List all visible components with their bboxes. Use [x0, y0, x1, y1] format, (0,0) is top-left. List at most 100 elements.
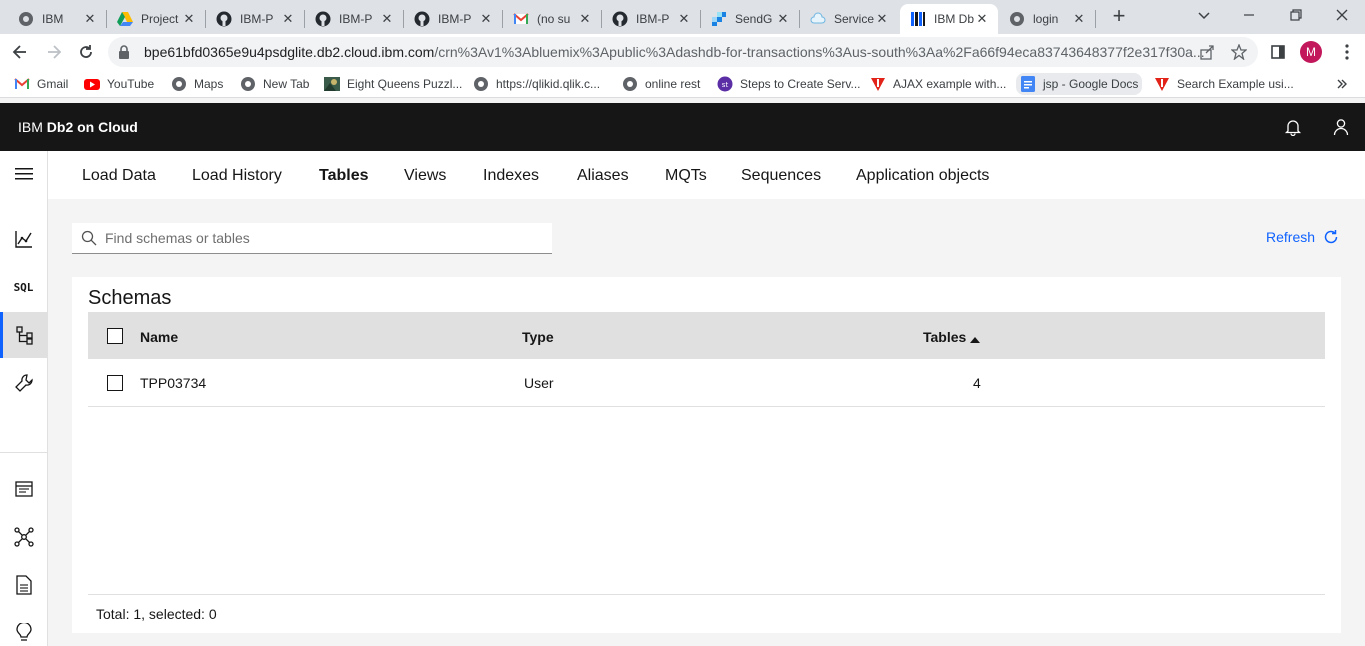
browser-tab[interactable]: (no su ✕: [503, 4, 601, 34]
schema-name[interactable]: TPP03734: [140, 375, 206, 391]
refresh-label: Refresh: [1266, 229, 1316, 245]
close-icon[interactable]: ✕: [775, 11, 791, 27]
tab-load-data[interactable]: Load Data: [82, 167, 156, 185]
close-icon[interactable]: ✕: [379, 11, 395, 27]
bookmark-item[interactable]: online rest: [622, 76, 700, 92]
wrench-icon[interactable]: [0, 360, 47, 406]
side-panel-icon[interactable]: [1268, 42, 1288, 62]
tab-mqts[interactable]: MQTs: [665, 167, 707, 185]
bookmark-label: Eight Queens Puzzl...: [347, 77, 463, 91]
catalog-list-icon[interactable]: [0, 466, 47, 512]
close-icon[interactable]: ✕: [82, 11, 98, 27]
row-checkbox[interactable]: [107, 375, 123, 391]
restore-icon[interactable]: [1285, 4, 1307, 26]
browser-tab[interactable]: Project ✕: [107, 4, 205, 34]
st-icon: st: [717, 76, 733, 92]
bookmark-item[interactable]: jsp - Google Docs: [1016, 73, 1143, 95]
bookmark-item[interactable]: Search Example usi...: [1154, 76, 1294, 92]
tab-label: IBM-P: [240, 12, 274, 26]
profile-avatar[interactable]: M: [1300, 41, 1322, 63]
close-icon[interactable]: ✕: [1071, 11, 1087, 27]
github-icon: [414, 11, 430, 27]
share-icon[interactable]: [1197, 42, 1217, 62]
address-bar[interactable]: bpe61bfd0365e9u4psdglite.db2.cloud.ibm.c…: [108, 37, 1258, 67]
monitor-chart-icon[interactable]: [0, 216, 47, 262]
close-icon[interactable]: ✕: [181, 11, 197, 27]
data-tree-icon[interactable]: [0, 312, 47, 358]
bookmark-item[interactable]: Eight Queens Puzzl...: [324, 76, 462, 92]
kebab-menu-icon[interactable]: [1337, 42, 1357, 62]
close-icon[interactable]: ✕: [478, 11, 494, 27]
column-header-tables[interactable]: Tables: [923, 329, 981, 346]
user-profile-icon[interactable]: [1330, 116, 1352, 138]
table-footer-divider: [88, 594, 1325, 595]
tab-label: SendG: [735, 12, 773, 26]
tab-load-history[interactable]: Load History: [192, 167, 282, 185]
browser-tab[interactable]: IBM-P ✕: [602, 4, 700, 34]
column-header-type[interactable]: Type: [522, 329, 554, 345]
reload-icon[interactable]: [74, 40, 98, 64]
browser-tab[interactable]: IBM ✕: [8, 4, 106, 34]
brand-prefix: IBM: [18, 119, 43, 135]
close-icon[interactable]: ✕: [577, 11, 593, 27]
browser-tab-active[interactable]: IBM Db ✕: [900, 4, 998, 34]
minimize-icon[interactable]: [1238, 4, 1260, 26]
back-arrow-icon[interactable]: [8, 40, 32, 64]
refresh-icon: [1323, 229, 1339, 245]
hamburger-menu-icon[interactable]: [0, 151, 47, 197]
bookmark-item[interactable]: YouTube: [84, 76, 154, 92]
notification-bell-icon[interactable]: [1282, 116, 1304, 138]
sort-ascending-icon: [970, 330, 981, 346]
bookmark-label: https://qlikid.qlik.c...: [496, 77, 601, 91]
table-row[interactable]: TPP03734 User 4: [88, 359, 1325, 407]
close-window-icon[interactable]: [1331, 4, 1353, 26]
browser-tab[interactable]: IBM-P ✕: [305, 4, 403, 34]
globe-icon: [473, 76, 489, 92]
browser-tab[interactable]: IBM-P ✕: [404, 4, 502, 34]
bookmarks-overflow-chevron-icon[interactable]: [1336, 76, 1348, 92]
bookmark-star-icon[interactable]: [1229, 42, 1249, 62]
select-all-checkbox[interactable]: [107, 328, 123, 344]
bookmark-item[interactable]: AJAX example with...: [870, 76, 1006, 92]
sql-editor-item[interactable]: SQL: [0, 264, 47, 310]
github-icon: [612, 11, 628, 27]
column-header-name[interactable]: Name: [140, 329, 178, 345]
tab-label: login: [1033, 12, 1059, 26]
forward-arrow-icon[interactable]: [42, 40, 66, 64]
bookmark-item[interactable]: Gmail: [14, 76, 68, 92]
refresh-button[interactable]: Refresh: [1266, 229, 1339, 245]
tab-application-objects[interactable]: Application objects: [856, 167, 989, 185]
browser-tab[interactable]: login ✕: [999, 4, 1095, 34]
lightbulb-icon[interactable]: [0, 610, 47, 646]
app-brand[interactable]: IBM Db2 on Cloud: [18, 119, 138, 135]
new-tab-plus-icon[interactable]: +: [1108, 5, 1130, 28]
network-nodes-icon[interactable]: [0, 514, 47, 560]
search-input[interactable]: [105, 230, 525, 246]
browser-tab[interactable]: SendG ✕: [701, 4, 799, 34]
bookmark-item[interactable]: https://qlikid.qlik.c...: [473, 76, 600, 92]
tab-label: IBM-P: [339, 12, 373, 26]
bookmark-item[interactable]: New Tab: [240, 76, 309, 92]
brand-name: Db2 on Cloud: [46, 119, 138, 135]
close-icon[interactable]: ✕: [676, 11, 692, 27]
tab-aliases[interactable]: Aliases: [577, 167, 629, 185]
tab-label: IBM-P: [438, 12, 472, 26]
bookmark-label: Maps: [194, 77, 224, 91]
close-icon[interactable]: ✕: [280, 11, 296, 27]
close-icon[interactable]: ✕: [974, 11, 990, 27]
tab-views[interactable]: Views: [404, 167, 446, 185]
browser-tab[interactable]: Service ✕: [800, 4, 898, 34]
bookmark-item[interactable]: st Steps to Create Serv...: [717, 76, 861, 92]
bookmark-label: Search Example usi...: [1177, 77, 1294, 91]
tab-sequences[interactable]: Sequences: [741, 167, 821, 185]
tab-indexes[interactable]: Indexes: [483, 167, 539, 185]
tab-tables[interactable]: Tables: [319, 167, 369, 185]
google-docs-icon: [1020, 76, 1036, 92]
browser-tab[interactable]: IBM-P ✕: [206, 4, 304, 34]
tab-search-chevron-icon[interactable]: [1193, 4, 1215, 26]
close-icon[interactable]: ✕: [874, 11, 890, 27]
url-path: /crn%3Av1%3Abluemix%3Apublic%3Adashdb-fo…: [434, 44, 1205, 60]
table-header: Name Type Tables: [88, 312, 1325, 359]
bookmark-item[interactable]: Maps: [171, 76, 223, 92]
document-icon[interactable]: [0, 562, 47, 608]
